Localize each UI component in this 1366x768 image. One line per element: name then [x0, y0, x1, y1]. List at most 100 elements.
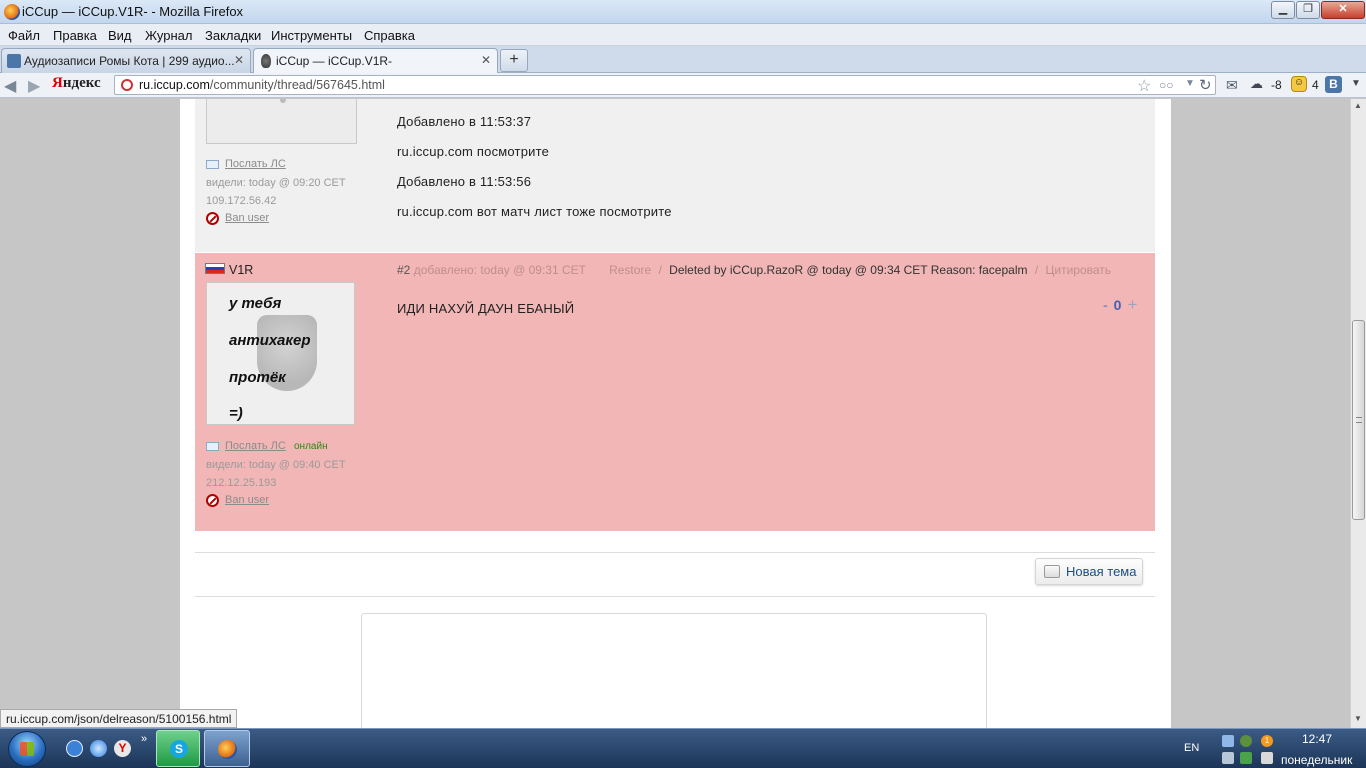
- maximize-button[interactable]: ❐: [1296, 1, 1320, 19]
- vk-icon[interactable]: В: [1325, 76, 1342, 93]
- forum-post: Послать ЛС видели: today @ 09:20 CET 109…: [195, 99, 1155, 252]
- tray-app-icon[interactable]: [1240, 735, 1252, 747]
- menu-history[interactable]: Журнал: [145, 28, 192, 43]
- send-pm-link[interactable]: Послать ЛС: [225, 440, 286, 452]
- envelope-icon: [206, 160, 219, 169]
- tray-network-icon[interactable]: [1222, 752, 1234, 764]
- post-rating: -0 +: [1103, 295, 1137, 315]
- windows-taskbar: Y » S EN 1 12:47 понедельник: [0, 728, 1366, 768]
- tab-iccup[interactable]: iCCup — iCCup.V1R- ✕: [253, 48, 498, 73]
- quote-link[interactable]: Цитировать: [1046, 263, 1112, 277]
- rating-score: 0: [1113, 297, 1122, 313]
- vote-up-button[interactable]: +: [1127, 295, 1137, 314]
- last-seen: видели: today @ 09:20 CET: [206, 177, 346, 189]
- media-player-icon[interactable]: [66, 740, 83, 757]
- menu-help[interactable]: Справка: [364, 28, 415, 43]
- vk-play-icon: [7, 54, 21, 68]
- message-line: ru.iccup.com посмотрите: [397, 144, 550, 159]
- grip-icon: [1356, 417, 1362, 423]
- skype-icon: S: [170, 740, 188, 758]
- envelope-icon: [206, 442, 219, 451]
- close-tab-icon[interactable]: ✕: [234, 53, 244, 67]
- volume-icon[interactable]: [1261, 752, 1273, 764]
- clock-time[interactable]: 12:47: [1302, 732, 1332, 746]
- reply-editor[interactable]: [361, 613, 987, 728]
- ban-icon: [206, 494, 219, 507]
- weather-temperature: -8: [1271, 78, 1282, 92]
- site-identity-icon[interactable]: [121, 79, 133, 91]
- vote-down-button[interactable]: -: [1103, 297, 1108, 313]
- notification-icon[interactable]: ☺: [1291, 76, 1307, 92]
- bookmark-star-icon[interactable]: ☆: [1137, 76, 1151, 96]
- minimize-button[interactable]: ▁: [1271, 1, 1295, 19]
- avatar-decoration: [280, 99, 286, 103]
- tab-bar: Аудиозаписи Ромы Кота | 299 аудио... ✕ i…: [0, 46, 1366, 73]
- menu-bookmarks[interactable]: Закладки: [205, 28, 261, 43]
- tab-label: Аудиозаписи Ромы Кота | 299 аудио...: [24, 54, 235, 68]
- reader-glasses-icon[interactable]: ○○: [1159, 78, 1174, 92]
- separator: /: [658, 263, 662, 277]
- divider: [195, 596, 1155, 597]
- page-viewport: Послать ЛС видели: today @ 09:20 CET 109…: [0, 99, 1350, 728]
- taskbar-firefox-button[interactable]: [204, 730, 250, 767]
- taskbar-skype-button[interactable]: S: [156, 730, 200, 767]
- quicklaunch-more-icon[interactable]: »: [141, 733, 147, 745]
- message-line: Добавлено в 11:53:56: [397, 174, 532, 189]
- status-link-preview: ru.iccup.com/json/delreason/5100156.html: [0, 709, 238, 728]
- iccup-icon: [261, 54, 271, 68]
- post-message: ИДИ НАХУЙ ДАУН ЕБАНЫЙ: [397, 301, 575, 316]
- firefox-icon: [4, 4, 20, 20]
- user-avatar: [206, 99, 357, 144]
- toolbar-menu-chevron-icon[interactable]: ▼: [1351, 78, 1361, 89]
- tray-alert-icon[interactable]: 1: [1261, 735, 1273, 747]
- scrollbar-thumb[interactable]: [1352, 320, 1365, 520]
- separator: /: [1034, 263, 1039, 277]
- navigation-bar: ◀ ▶ Яндекс ru.iccup.com/community/thread…: [0, 73, 1366, 98]
- menu-file[interactable]: Файл: [8, 28, 40, 43]
- close-tab-icon[interactable]: ✕: [481, 53, 491, 67]
- forward-arrow-icon[interactable]: ▶: [28, 76, 40, 96]
- avatar-caption: =): [229, 405, 243, 422]
- message-line: Добавлено в 11:53:37: [397, 114, 532, 129]
- address-bar[interactable]: ru.iccup.com/community/thread/567645.htm…: [114, 75, 1216, 95]
- post-number[interactable]: #2: [397, 263, 410, 277]
- folder-icon: [1044, 565, 1060, 578]
- network-icon[interactable]: [1222, 735, 1234, 747]
- menu-edit[interactable]: Правка: [53, 28, 97, 43]
- chevron-down-icon[interactable]: ▼: [1185, 78, 1195, 89]
- page-scrollbar[interactable]: ▲ ▼: [1350, 99, 1366, 728]
- menu-view[interactable]: Вид: [108, 28, 132, 43]
- mail-icon[interactable]: ✉: [1226, 77, 1238, 94]
- scroll-up-arrow-icon[interactable]: ▲: [1354, 101, 1362, 110]
- deleted-reason[interactable]: Deleted by iCCup.RazoR @ today @ 09:34 C…: [669, 263, 1027, 277]
- russia-flag-icon: [205, 263, 225, 274]
- ban-user-link[interactable]: Ban user: [225, 494, 269, 506]
- window-titlebar: iCCup — iCCup.V1R- - Mozilla Firefox ▁ ❐…: [0, 0, 1366, 24]
- close-window-button[interactable]: ✕: [1321, 1, 1365, 19]
- weather-icon[interactable]: ☁: [1250, 76, 1263, 92]
- yandex-browser-icon[interactable]: Y: [114, 740, 131, 757]
- input-language[interactable]: EN: [1184, 742, 1199, 754]
- post-author[interactable]: V1R: [229, 263, 253, 277]
- new-topic-button[interactable]: Новая тема: [1035, 558, 1143, 585]
- restore-link[interactable]: Restore: [609, 263, 651, 277]
- tray-update-icon[interactable]: [1240, 752, 1252, 764]
- message-line: ru.iccup.com вот матч лист тоже посмотри…: [397, 204, 672, 219]
- ban-user-link[interactable]: Ban user: [225, 212, 269, 224]
- reload-icon[interactable]: ↻: [1199, 76, 1212, 94]
- notification-count: 4: [1312, 78, 1319, 92]
- back-arrow-icon[interactable]: ◀: [4, 76, 16, 96]
- new-tab-button[interactable]: +: [500, 49, 528, 72]
- post-date: добавлено: today @ 09:31 CET: [413, 263, 586, 277]
- avatar-caption: у тебя: [229, 295, 282, 312]
- online-status: онлайн: [294, 441, 328, 452]
- scroll-down-arrow-icon[interactable]: ▼: [1354, 714, 1362, 723]
- clock-day[interactable]: понедельник: [1281, 753, 1352, 767]
- forum-page: Послать ЛС видели: today @ 09:20 CET 109…: [180, 99, 1171, 728]
- menu-tools[interactable]: Инструменты: [271, 28, 352, 43]
- internet-explorer-icon[interactable]: [90, 740, 107, 757]
- send-pm-link[interactable]: Послать ЛС: [225, 158, 286, 170]
- start-button[interactable]: [8, 731, 46, 767]
- yandex-logo[interactable]: Яндекс: [52, 75, 108, 95]
- tab-vk-audio[interactable]: Аудиозаписи Ромы Кота | 299 аудио... ✕: [1, 48, 251, 73]
